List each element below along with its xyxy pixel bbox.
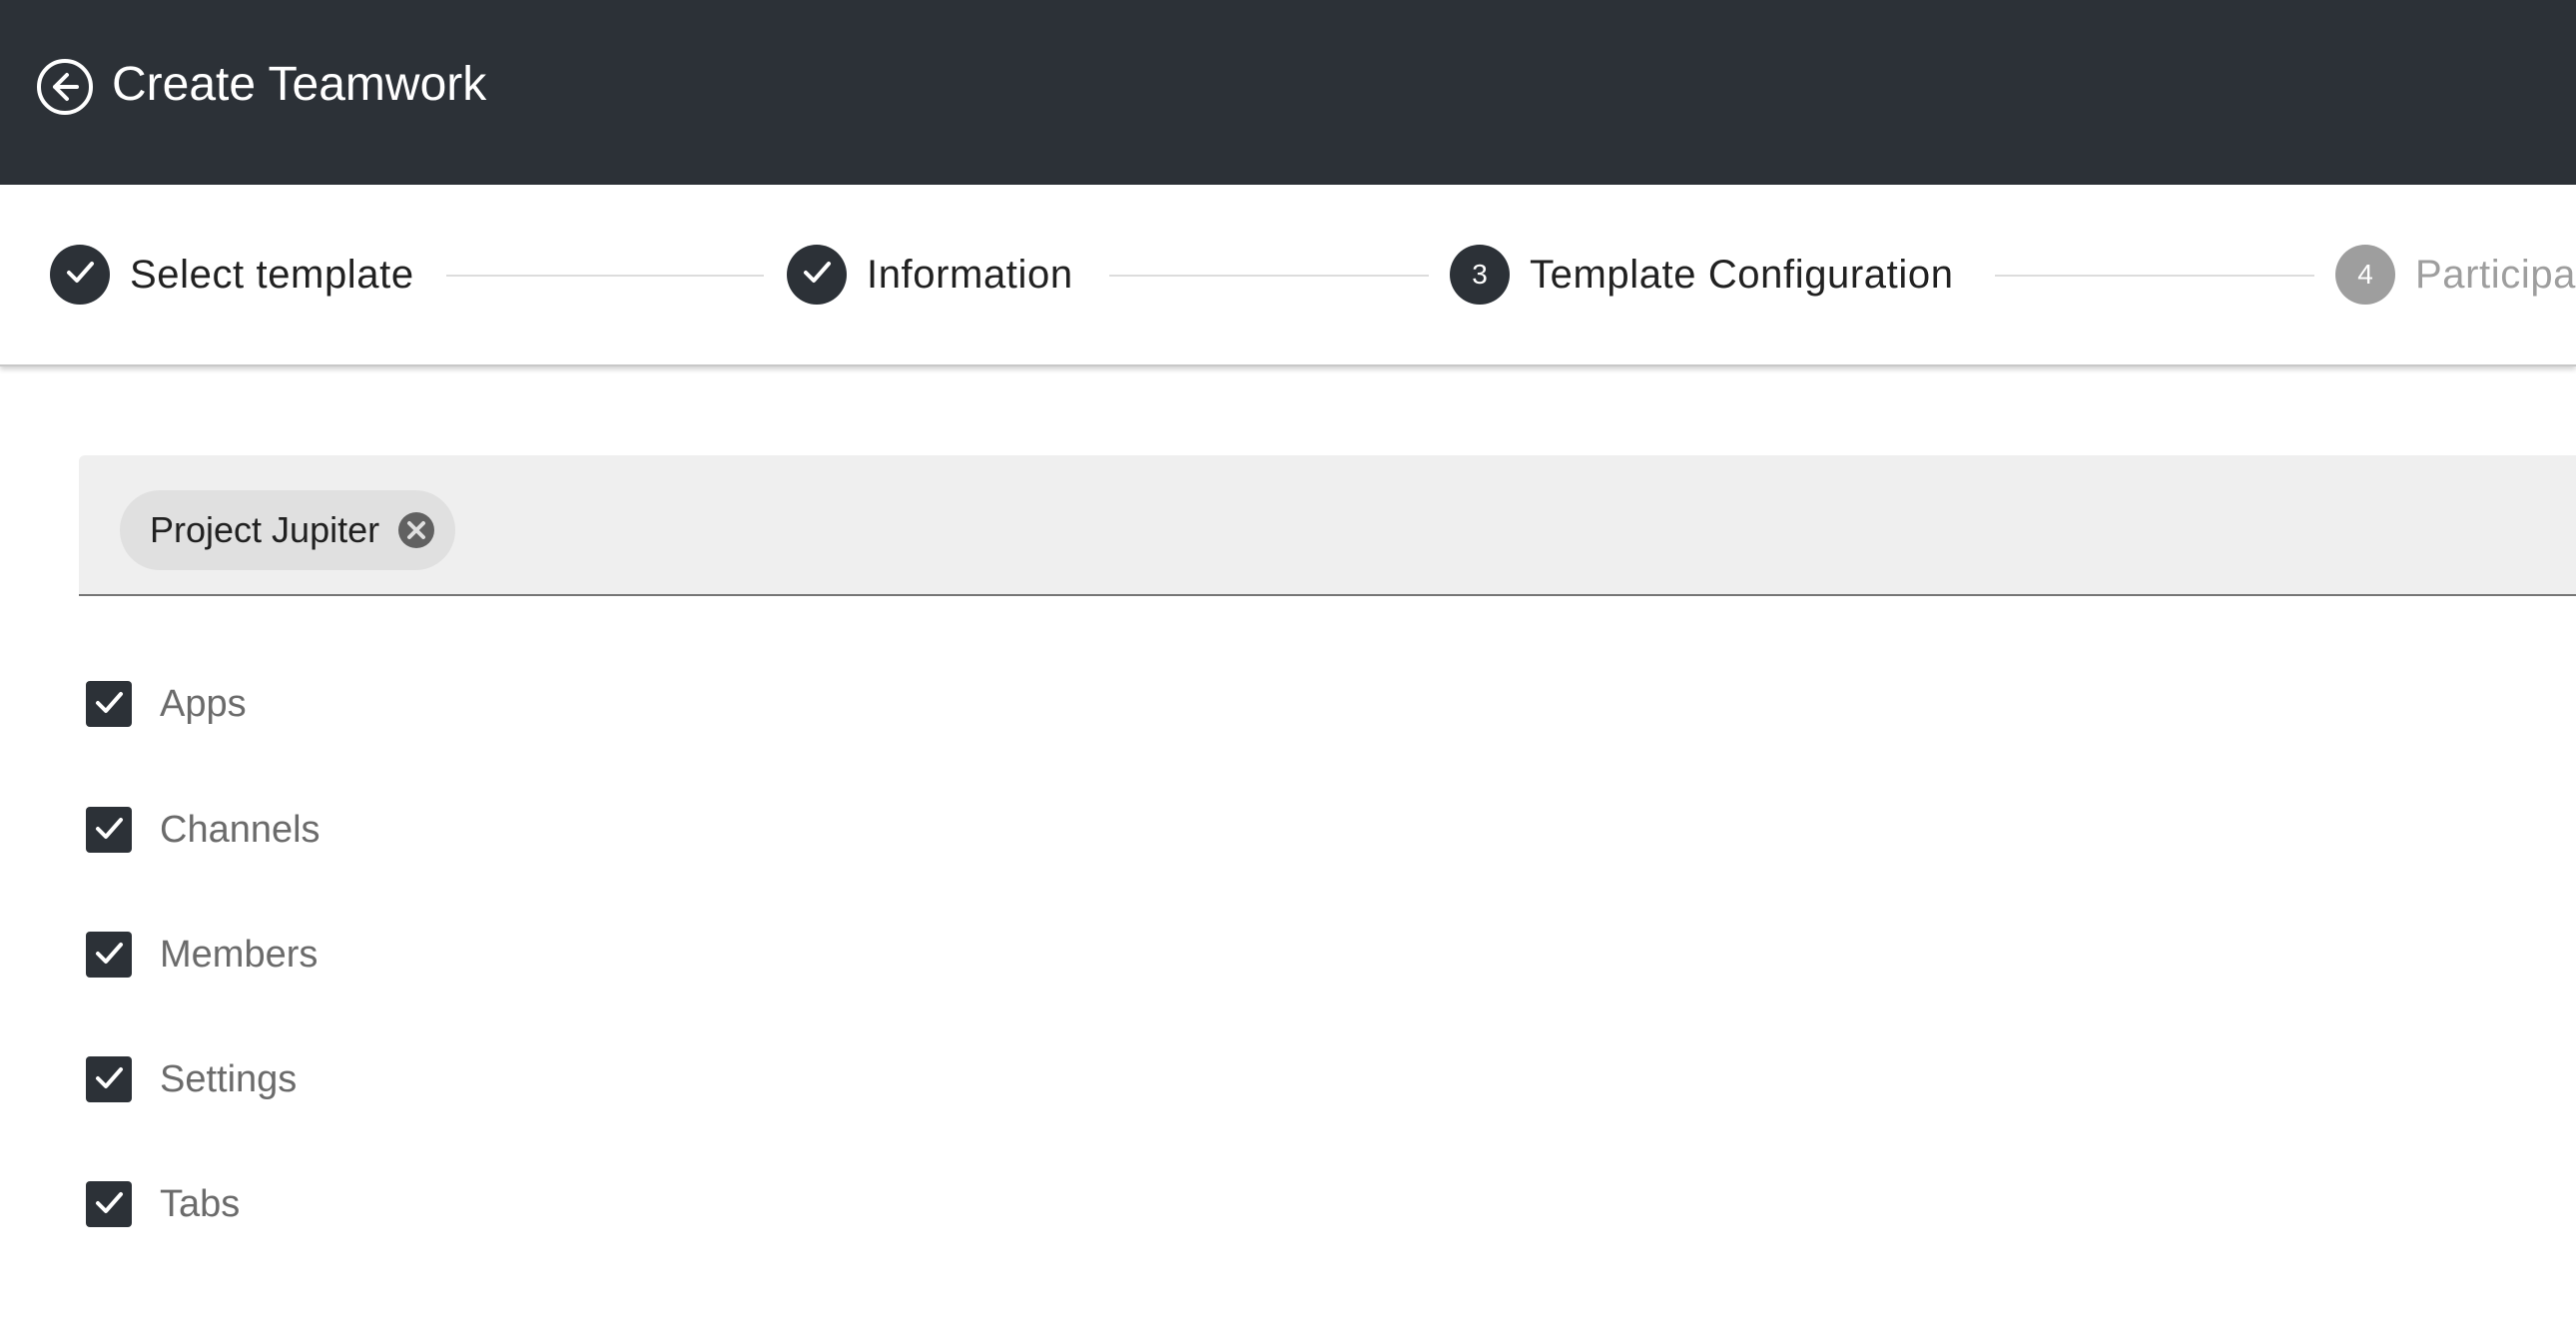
step-connector bbox=[1995, 275, 2314, 277]
check-icon bbox=[91, 1184, 127, 1225]
stepper: Select template Information 3 Template C… bbox=[0, 185, 2576, 366]
checkbox[interactable] bbox=[86, 932, 132, 978]
option-tabs[interactable]: Tabs bbox=[86, 1179, 240, 1229]
step-label: Information bbox=[867, 253, 1073, 297]
checkbox[interactable] bbox=[86, 807, 132, 853]
template-chip[interactable]: Project Jupiter bbox=[120, 490, 456, 570]
checkbox-label: Settings bbox=[160, 1057, 298, 1100]
chip-label: Project Jupiter bbox=[150, 509, 380, 550]
check-icon bbox=[91, 935, 127, 976]
checkbox-label: Channels bbox=[160, 808, 321, 851]
step-2-indicator bbox=[787, 245, 847, 305]
option-apps[interactable]: Apps bbox=[86, 679, 247, 729]
option-channels[interactable]: Channels bbox=[86, 805, 321, 855]
checkbox[interactable] bbox=[86, 1056, 132, 1102]
step-1-indicator bbox=[50, 245, 110, 305]
arrow-left-circle-icon bbox=[36, 58, 94, 116]
step-4-indicator: 4 bbox=[2335, 245, 2395, 305]
cancel-circle-icon[interactable] bbox=[397, 511, 435, 549]
check-icon bbox=[799, 254, 835, 297]
check-icon bbox=[91, 1059, 127, 1100]
step-label: Select template bbox=[130, 253, 414, 297]
app-header: Create Teamwork bbox=[0, 0, 2576, 185]
checkbox-label: Members bbox=[160, 933, 319, 976]
check-icon bbox=[62, 254, 98, 297]
checkbox-label: Tabs bbox=[160, 1182, 241, 1225]
check-icon bbox=[91, 810, 127, 851]
step-connector bbox=[446, 275, 764, 277]
create-teamwork-page: Create Teamwork Select template Informat… bbox=[0, 0, 2576, 1329]
step-label: Template Configuration bbox=[1530, 253, 1954, 297]
back-button[interactable] bbox=[36, 58, 94, 116]
template-chip-field[interactable]: Project Jupiter bbox=[79, 455, 2576, 596]
step-connector bbox=[1109, 275, 1429, 277]
step-3-indicator: 3 bbox=[1450, 245, 1510, 305]
checkbox[interactable] bbox=[86, 1181, 132, 1227]
option-settings[interactable]: Settings bbox=[86, 1054, 297, 1104]
page-title: Create Teamwork bbox=[112, 58, 487, 111]
option-members[interactable]: Members bbox=[86, 930, 318, 980]
checkbox[interactable] bbox=[86, 681, 132, 727]
check-icon bbox=[91, 684, 127, 725]
step-label: Participants bbox=[2415, 253, 2576, 297]
checkbox-label: Apps bbox=[160, 682, 247, 725]
